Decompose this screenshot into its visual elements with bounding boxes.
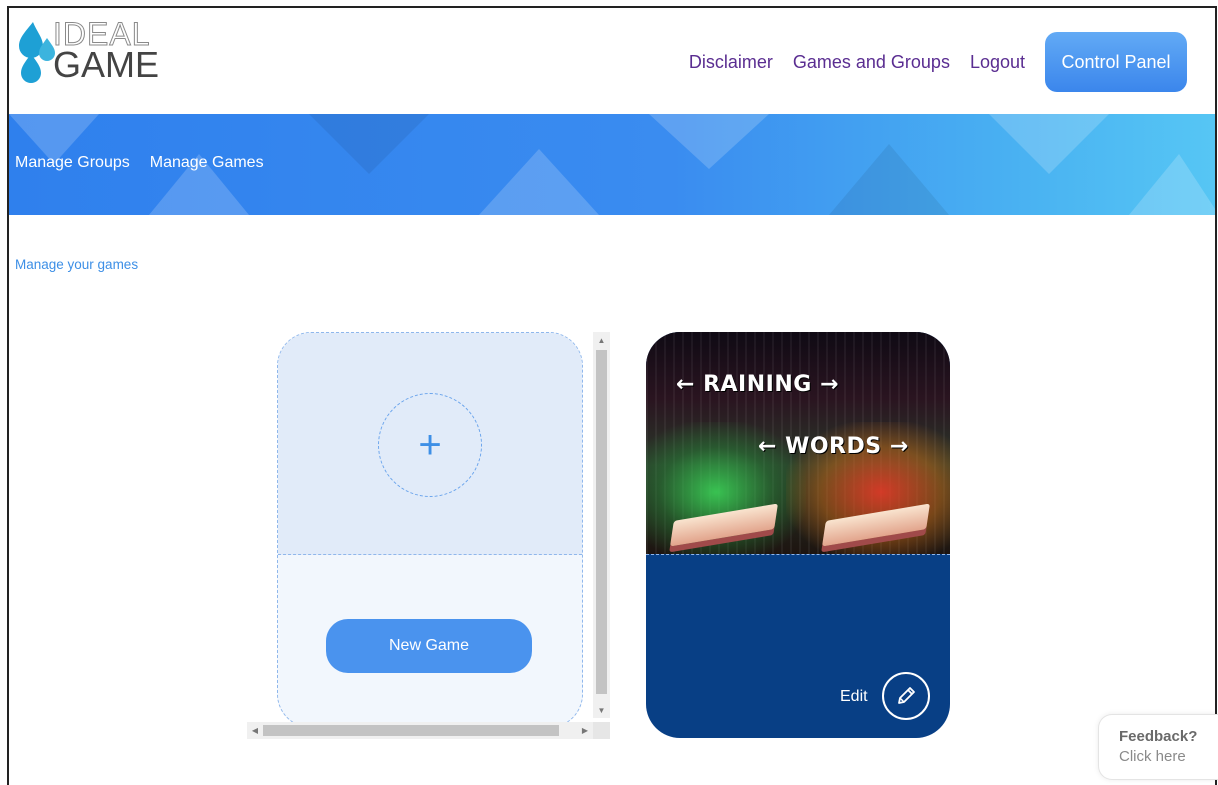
game-title-line2: ← WORDS → <box>758 434 909 459</box>
control-panel-button[interactable]: Control Panel <box>1045 32 1187 92</box>
browser-viewport: IDEAL GAME Disclaimer Games and Groups L… <box>7 6 1217 785</box>
page-title: Manage your games <box>15 257 139 272</box>
scroll-left-arrow-icon[interactable]: ◀ <box>247 722 263 739</box>
logo-text-game: GAME <box>53 44 160 85</box>
horizontal-scrollbar[interactable]: ◀ ▶ <box>247 722 593 739</box>
banner-navigation: Manage Groups Manage Games <box>15 154 264 172</box>
nav-link-games-and-groups[interactable]: Games and Groups <box>793 52 950 73</box>
new-game-card: + New Game <box>277 332 583 728</box>
horizontal-scroll-thumb[interactable] <box>263 725 559 736</box>
scroll-right-arrow-icon[interactable]: ▶ <box>577 722 593 739</box>
ideal-game-logo[interactable]: IDEAL GAME <box>17 16 167 85</box>
feedback-title: Feedback? <box>1119 728 1198 745</box>
vertical-scrollbar[interactable]: ▲ ▼ <box>593 332 610 718</box>
manage-games-link[interactable]: Manage Games <box>150 154 264 172</box>
card-divider <box>646 554 950 555</box>
scroll-up-arrow-icon[interactable]: ▲ <box>593 332 610 348</box>
nav-link-logout[interactable]: Logout <box>970 52 1025 73</box>
scroll-down-arrow-icon[interactable]: ▼ <box>593 702 610 718</box>
game-card-raining-words[interactable]: ← RAINING → ← WORDS → Edit <box>646 332 950 738</box>
edit-game-button[interactable] <box>882 672 930 720</box>
game-cover-image: ← RAINING → ← WORDS → <box>646 332 950 554</box>
feedback-widget[interactable]: Feedback? Click here <box>1098 714 1218 780</box>
site-header: IDEAL GAME Disclaimer Games and Groups L… <box>9 8 1215 114</box>
plus-icon: + <box>418 422 442 467</box>
scrollbar-corner <box>593 722 610 739</box>
water-drops-icon <box>19 22 55 83</box>
section-banner: Manage Groups Manage Games <box>9 114 1215 215</box>
add-game-button[interactable]: + <box>378 393 482 497</box>
new-game-button[interactable]: New Game <box>326 619 532 673</box>
nav-link-disclaimer[interactable]: Disclaimer <box>689 52 773 73</box>
new-game-card-top: + <box>278 333 582 555</box>
game-title-line1: ← RAINING → <box>676 372 839 397</box>
vertical-scroll-thumb[interactable] <box>596 350 607 694</box>
top-navigation: Disclaimer Games and Groups Logout Contr… <box>689 32 1187 92</box>
edit-label[interactable]: Edit <box>840 688 868 706</box>
pencil-icon <box>898 687 915 704</box>
feedback-subtitle: Click here <box>1119 748 1186 765</box>
manage-groups-link[interactable]: Manage Groups <box>15 154 130 172</box>
